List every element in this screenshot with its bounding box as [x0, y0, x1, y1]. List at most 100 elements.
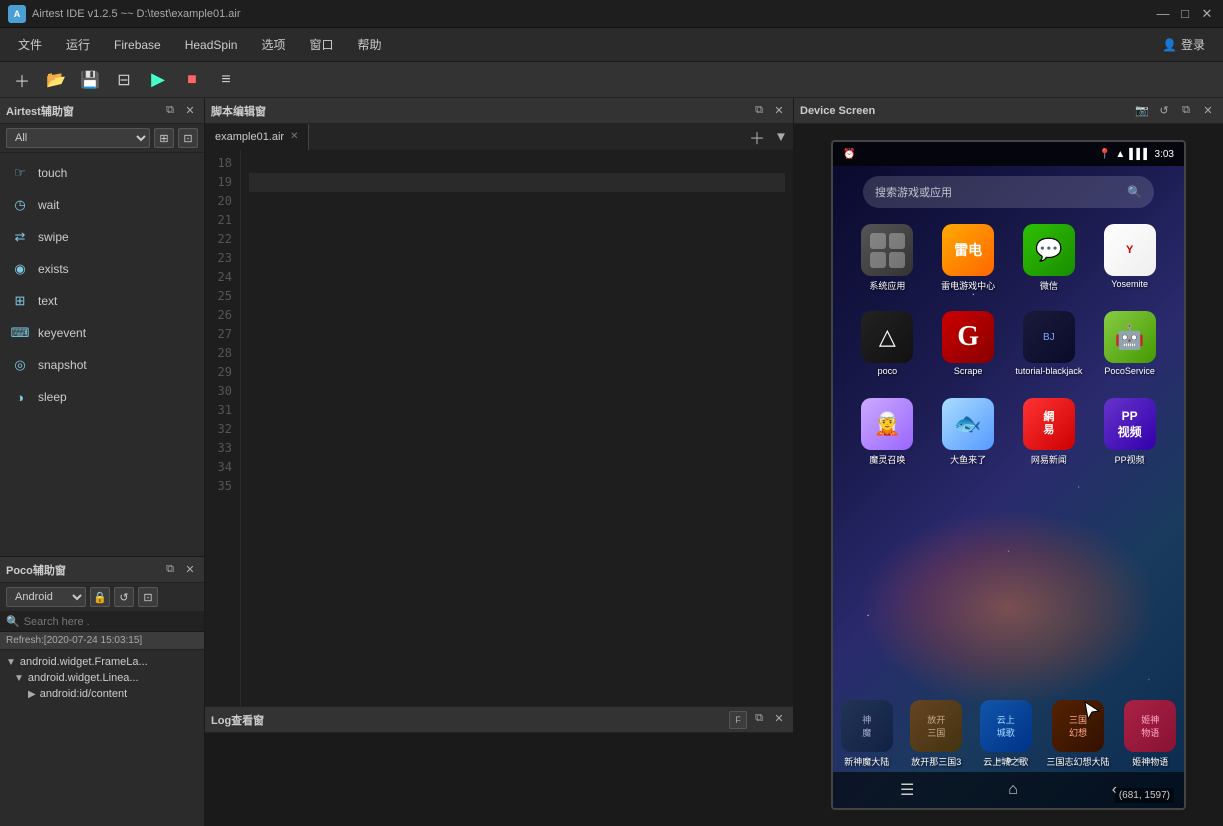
login-button[interactable]: 👤 登录: [1152, 32, 1215, 57]
wait-label: wait: [38, 198, 59, 212]
editor-float-button[interactable]: ⧉: [751, 103, 767, 119]
editor-close-button[interactable]: ✕: [771, 103, 787, 119]
phone-home-button[interactable]: ⌂: [1008, 781, 1018, 799]
poco-lock-button[interactable]: 🔒: [90, 587, 110, 607]
menu-window[interactable]: 窗口: [299, 32, 343, 57]
save-button[interactable]: 💾: [76, 66, 104, 94]
app-sanguo[interactable]: 三国幻想 三国志幻想大陆: [1047, 700, 1110, 768]
menu-run[interactable]: 运行: [56, 32, 100, 57]
api-keyevent[interactable]: ⌨ keyevent: [0, 317, 204, 349]
open-button[interactable]: 📂: [42, 66, 70, 94]
poco-platform-select[interactable]: Android: [6, 587, 86, 607]
line-numbers: 18 19 20 21 22 23 24 25 26 27 28 29 30 3…: [205, 150, 241, 706]
app-shenmoda[interactable]: 神魔 新神魔大陆: [838, 700, 896, 768]
poco-close-button[interactable]: ✕: [182, 562, 198, 578]
log-icon-button[interactable]: F: [729, 711, 747, 729]
stop-button[interactable]: ■: [178, 66, 206, 94]
app-ld[interactable]: 雷电 雷电游戏中心: [934, 224, 1002, 292]
code-content[interactable]: [241, 150, 793, 706]
app-fangkai[interactable]: 放开三国 放开那三国3: [908, 700, 966, 768]
app-yunyue[interactable]: 云上城歌 云上城之歌: [977, 700, 1035, 768]
app-poco[interactable]: △ poco: [853, 311, 921, 376]
api-filter-select[interactable]: All: [6, 128, 150, 148]
phone-menu-button[interactable]: ☰: [900, 780, 914, 800]
device-float-button[interactable]: ⧉: [1177, 102, 1195, 120]
filter-btn-1[interactable]: ⊞: [154, 128, 174, 148]
app-ppvideo[interactable]: PP视频 PP视频: [1096, 398, 1164, 466]
phone-search-placeholder: 搜索游戏或应用: [875, 184, 1119, 200]
poco-float-button[interactable]: ⧉: [162, 562, 178, 578]
tab-close-button[interactable]: ✕: [290, 131, 298, 142]
tree-view: ▼ android.widget.FrameLa... ▼ android.wi…: [0, 650, 204, 826]
yosemite-label: Yosemite: [1111, 279, 1148, 289]
menu-firebase[interactable]: Firebase: [104, 34, 171, 56]
device-refresh-button[interactable]: ↺: [1155, 102, 1173, 120]
code-line: [249, 420, 785, 439]
api-sleep[interactable]: ◑ sleep: [0, 381, 204, 413]
app-blackjack[interactable]: BJ tutorial-blackjack: [1015, 311, 1083, 376]
menu-file[interactable]: 文件: [8, 32, 52, 57]
api-exists[interactable]: ◉ exists: [0, 253, 204, 285]
editor-tab-example01[interactable]: example01.air ✕: [205, 124, 309, 150]
save-as-button[interactable]: ⊟: [110, 66, 138, 94]
run-button[interactable]: ▶: [144, 66, 172, 94]
phone-search-bar[interactable]: 搜索游戏或应用 🔍: [863, 176, 1154, 208]
api-text[interactable]: ⊞ text: [0, 285, 204, 317]
log-panel: Log查看窗 F ⧉ ✕: [205, 706, 793, 826]
menu-help[interactable]: 帮助: [347, 32, 391, 57]
log-float-button[interactable]: ⧉: [751, 711, 767, 727]
app-scrape[interactable]: G Scrape: [934, 311, 1002, 376]
app-dayu[interactable]: 🐟 大鱼来了: [934, 398, 1002, 466]
tab-dropdown-button[interactable]: ▼: [769, 125, 793, 149]
settings-button[interactable]: ≡: [212, 66, 240, 94]
poco-settings-button[interactable]: ⊡: [138, 587, 158, 607]
phone-screen[interactable]: ⏰ 📍 ▲ ▌▌▌ 3:03 搜索游戏或应用 🔍: [831, 140, 1186, 810]
minimize-button[interactable]: —: [1155, 6, 1171, 22]
poco-filter: Android 🔒 ↺ ⊡: [0, 583, 204, 612]
app-sysapp[interactable]: 系统应用: [853, 224, 921, 292]
filter-btn-2[interactable]: ⊡: [178, 128, 198, 148]
poco-refresh-button[interactable]: ↺: [114, 587, 134, 607]
snapshot-icon: ◎: [10, 355, 30, 375]
api-snapshot[interactable]: ◎ snapshot: [0, 349, 204, 381]
sleep-label: sleep: [38, 390, 67, 404]
phone-content[interactable]: 搜索游戏或应用 🔍: [833, 166, 1184, 808]
menu-headspin[interactable]: HeadSpin: [175, 34, 248, 56]
poco-panel-title: Poco辅助窗: [6, 562, 66, 578]
code-editor: 18 19 20 21 22 23 24 25 26 27 28 29 30 3…: [205, 150, 793, 706]
tree-grandchild[interactable]: ▶ android:id/content: [0, 686, 204, 702]
maximize-button[interactable]: □: [1177, 6, 1193, 22]
code-line: [249, 230, 785, 249]
tab-add-button[interactable]: ＋: [745, 125, 769, 149]
airtest-close-button[interactable]: ✕: [182, 103, 198, 119]
close-button[interactable]: ✕: [1199, 6, 1215, 22]
poco-search-input[interactable]: [24, 616, 198, 628]
airtest-float-button[interactable]: ⧉: [162, 103, 178, 119]
phone-search-icon: 🔍: [1127, 185, 1142, 199]
code-line: [249, 192, 785, 211]
yunyue-label: 云上城之歌: [983, 755, 1028, 768]
title-bar: A Airtest IDE v1.2.5 ~~ D:\test\example0…: [0, 0, 1223, 28]
menu-options[interactable]: 选项: [251, 32, 295, 57]
log-close-button[interactable]: ✕: [771, 711, 787, 727]
app-magic[interactable]: 🧝 魔灵召唤: [853, 398, 921, 466]
api-swipe[interactable]: ⇄ swipe: [0, 221, 204, 253]
code-line: [249, 173, 785, 192]
log-panel-title: Log查看窗: [211, 712, 264, 728]
code-line: [249, 154, 785, 173]
code-line: [249, 363, 785, 382]
api-wait[interactable]: ◷ wait: [0, 189, 204, 221]
tree-root[interactable]: ▼ android.widget.FrameLa...: [0, 654, 204, 670]
script-editor-title: 脚本编辑窗: [211, 103, 266, 119]
app-jishen[interactable]: 姬神物语 姬神物语: [1122, 700, 1180, 768]
app-wyxw[interactable]: 網易 网易新闻: [1015, 398, 1083, 466]
app-wechat[interactable]: 💬 微信: [1015, 224, 1083, 292]
app-pocoservice[interactable]: 🤖 PocoService: [1096, 311, 1164, 376]
tree-child[interactable]: ▼ android.widget.Linea...: [0, 670, 204, 686]
device-screenshot-button[interactable]: 📷: [1133, 102, 1151, 120]
new-button[interactable]: ＋: [8, 66, 36, 94]
app-yosemite[interactable]: Y Yosemite: [1096, 224, 1164, 292]
api-touch[interactable]: ☞ touch: [0, 157, 204, 189]
device-close-button[interactable]: ✕: [1199, 102, 1217, 120]
app-row-2: △ poco G Scrape BJ tutorial-blackjack: [853, 311, 1164, 376]
